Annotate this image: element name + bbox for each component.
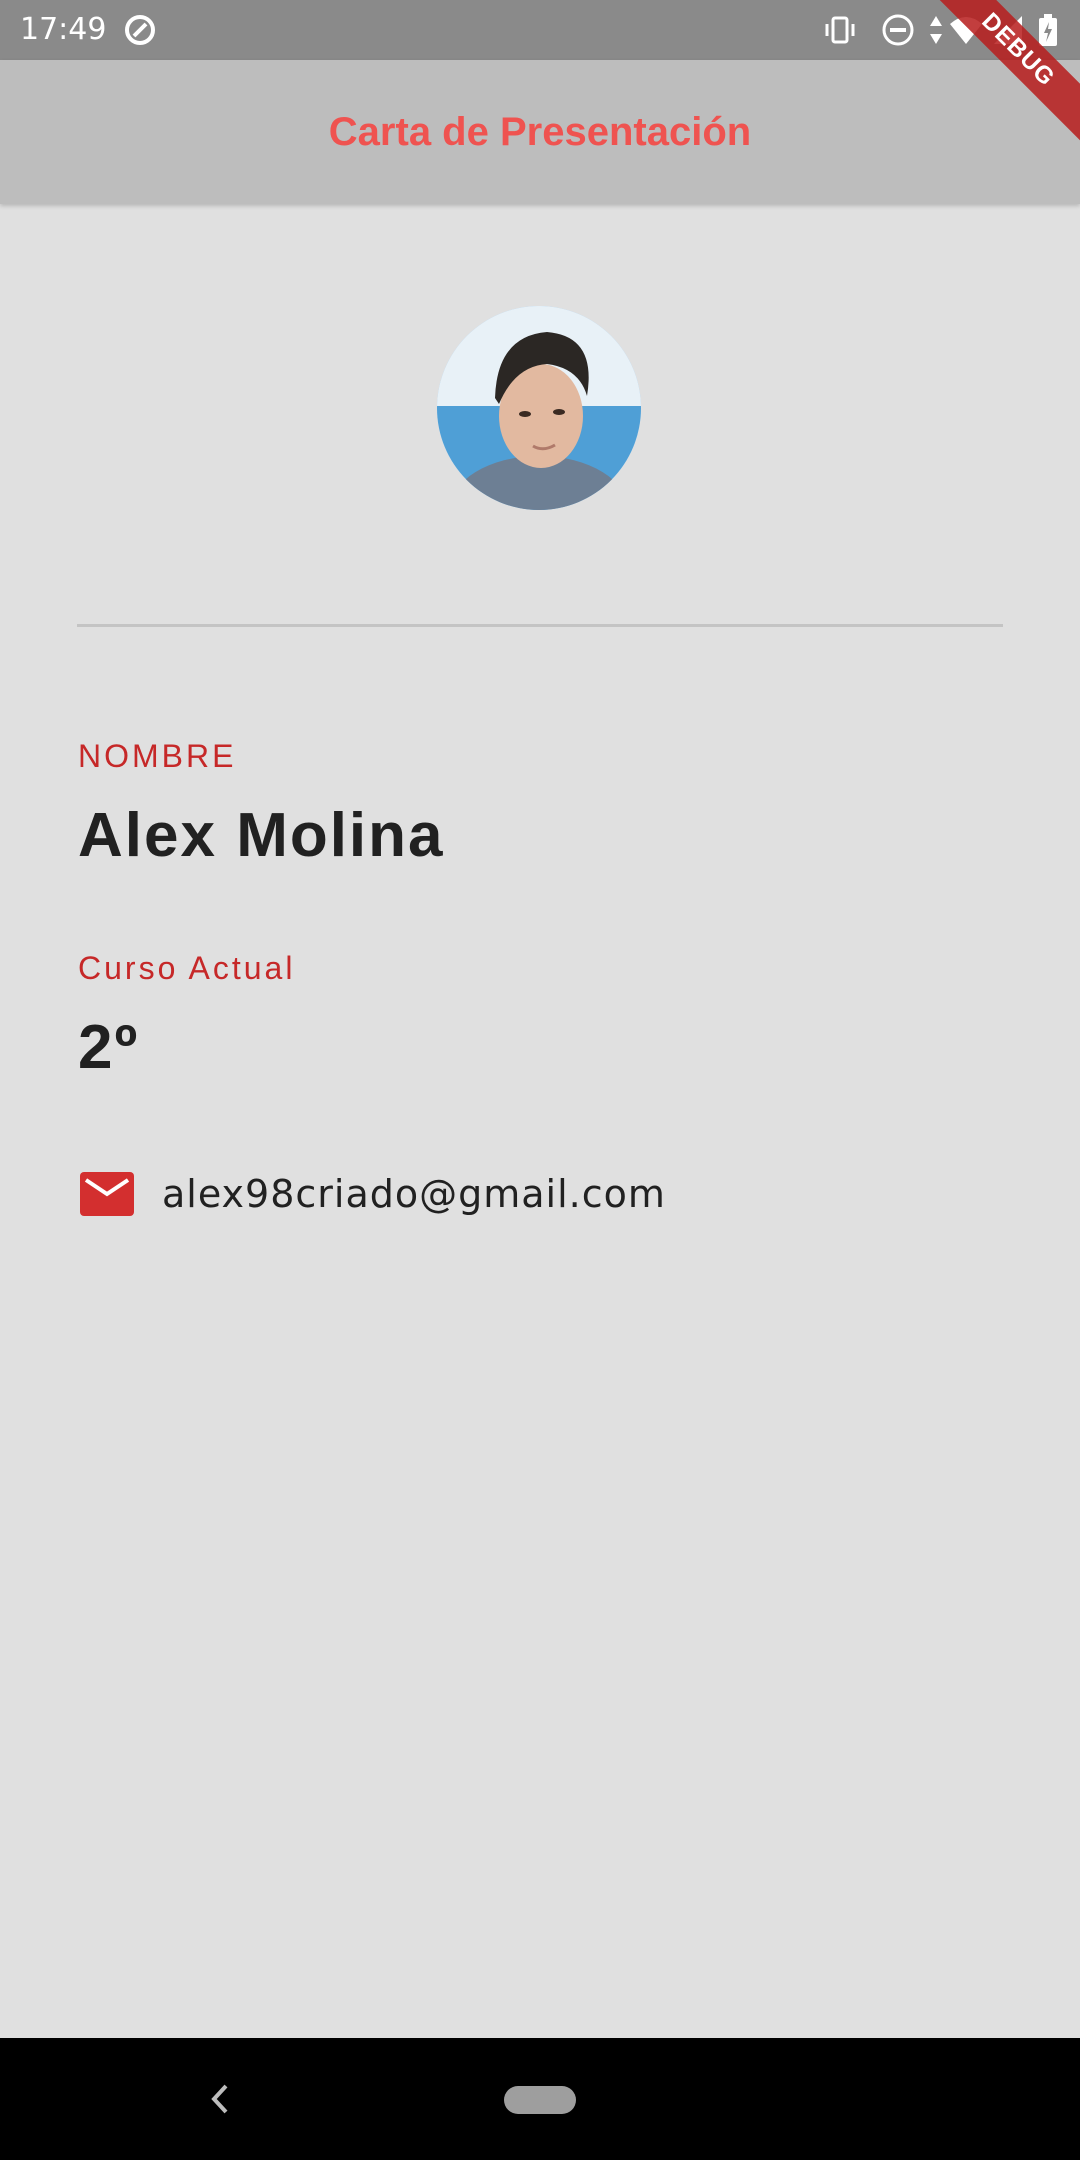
status-time: 17:49 [20,12,107,47]
navigation-bar [0,2038,1080,2160]
divider [77,624,1003,627]
app-bar: Carta de Presentación [0,60,1080,204]
status-bar: 17:49 [0,0,1080,60]
back-icon[interactable] [204,2080,234,2118]
avatar-photo [437,306,641,510]
course-value: 2º [78,1013,140,1082]
avatar [437,306,641,510]
vibrate-icon [825,16,855,44]
sync-icon [125,15,155,45]
data-arrows-icon [930,16,942,44]
home-pill-icon[interactable] [504,2086,576,2114]
name-value: Alex Molina [78,801,445,870]
email-row[interactable]: alex98criado@gmail.com [78,1166,978,1226]
page-title: Carta de Presentación [328,110,752,154]
course-label: Curso Actual [78,950,296,986]
do-not-disturb-icon [882,14,914,46]
name-label: NOMBRE [78,738,237,774]
mail-icon [80,1172,134,1216]
email-text[interactable]: alex98criado@gmail.com [162,1166,666,1222]
